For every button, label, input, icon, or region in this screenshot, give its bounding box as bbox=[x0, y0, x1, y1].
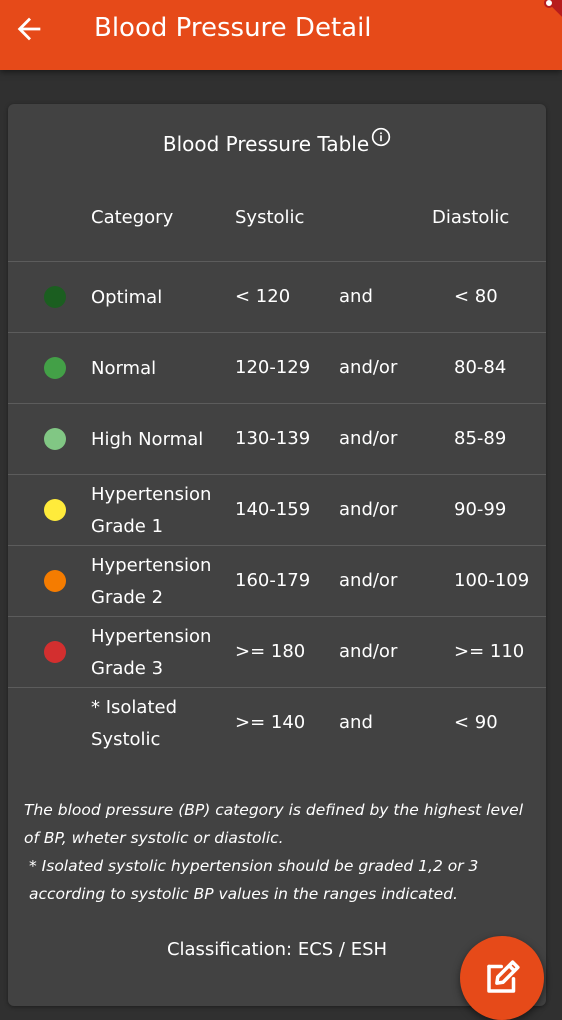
category-color-dot bbox=[44, 499, 66, 521]
table-row: Normal 120-129 and/or 80-84 bbox=[8, 332, 546, 403]
info-icon[interactable] bbox=[371, 126, 391, 147]
systolic-value: 130-139 bbox=[235, 428, 311, 449]
edit-icon bbox=[487, 960, 520, 993]
conjunction: and bbox=[339, 286, 373, 307]
diastolic-value: 80-84 bbox=[454, 357, 507, 378]
arrow-left-icon bbox=[17, 17, 41, 41]
footnote-line-1: The blood pressure (BP) category is defi… bbox=[24, 801, 524, 847]
diastolic-value: 100-109 bbox=[454, 570, 530, 591]
header-category: Category bbox=[91, 207, 174, 228]
conjunction: and/or bbox=[339, 357, 398, 378]
systolic-value: 160-179 bbox=[235, 570, 311, 591]
header-diastolic: Diastolic bbox=[432, 207, 510, 228]
systolic-value: 140-159 bbox=[235, 499, 311, 520]
conjunction: and/or bbox=[339, 499, 398, 520]
debug-banner bbox=[522, 0, 562, 40]
table-row: Hypertension Grade 1 140-159 and/or 90-9… bbox=[8, 474, 546, 545]
table-row: Optimal < 120 and < 80 bbox=[8, 261, 546, 332]
diastolic-value: >= 110 bbox=[454, 641, 525, 662]
category-color-dot bbox=[44, 570, 66, 592]
diastolic-value: 85-89 bbox=[454, 428, 507, 449]
category-label: * Isolated Systolic bbox=[91, 696, 178, 750]
diastolic-value: < 80 bbox=[454, 286, 498, 307]
conjunction: and bbox=[339, 712, 373, 733]
systolic-value: < 120 bbox=[235, 286, 291, 307]
table-row: High Normal 130-139 and/or 85-89 bbox=[8, 403, 546, 474]
page-title: Blood Pressure Detail bbox=[94, 13, 372, 43]
conjunction: and/or bbox=[339, 641, 398, 662]
category-color-dot bbox=[44, 428, 66, 450]
table-row: Hypertension Grade 2 160-179 and/or 100-… bbox=[8, 545, 546, 616]
systolic-value: >= 180 bbox=[235, 641, 306, 662]
category-label: Hypertension Grade 2 bbox=[91, 554, 212, 608]
conjunction: and/or bbox=[339, 428, 398, 449]
category-label: High Normal bbox=[91, 428, 204, 450]
table-title: Blood Pressure Table bbox=[8, 127, 546, 158]
diastolic-value: < 90 bbox=[454, 712, 498, 733]
category-label: Hypertension Grade 3 bbox=[91, 625, 212, 679]
category-color-dot bbox=[44, 357, 66, 379]
category-label: Optimal bbox=[91, 286, 163, 308]
systolic-value: >= 140 bbox=[235, 712, 306, 733]
footnote: The blood pressure (BP) category is defi… bbox=[24, 796, 536, 908]
conjunction: and/or bbox=[339, 570, 398, 591]
category-label: Normal bbox=[91, 357, 157, 379]
edit-button[interactable] bbox=[460, 936, 544, 1020]
table-title-text: Blood Pressure Table bbox=[162, 132, 370, 156]
diastolic-value: 90-99 bbox=[454, 499, 507, 520]
category-label: Hypertension Grade 1 bbox=[91, 483, 212, 537]
category-color-dot bbox=[44, 286, 66, 308]
app-bar: Blood Pressure Detail bbox=[0, 0, 562, 70]
systolic-value: 120-129 bbox=[235, 357, 311, 378]
blood-pressure-card: Blood Pressure Table Category Systolic D… bbox=[8, 104, 546, 1006]
table-row: * Isolated Systolic >= 140 and < 90 bbox=[8, 687, 546, 758]
back-button[interactable] bbox=[12, 12, 46, 46]
category-color-dot bbox=[44, 641, 66, 663]
header-systolic: Systolic bbox=[235, 207, 305, 228]
bp-table-rows: Optimal < 120 and < 80 Normal 120-129 an… bbox=[8, 261, 546, 758]
table-row: Hypertension Grade 3 >= 180 and/or >= 11… bbox=[8, 616, 546, 687]
footnote-line-2: * Isolated systolic hypertension should … bbox=[29, 857, 479, 903]
